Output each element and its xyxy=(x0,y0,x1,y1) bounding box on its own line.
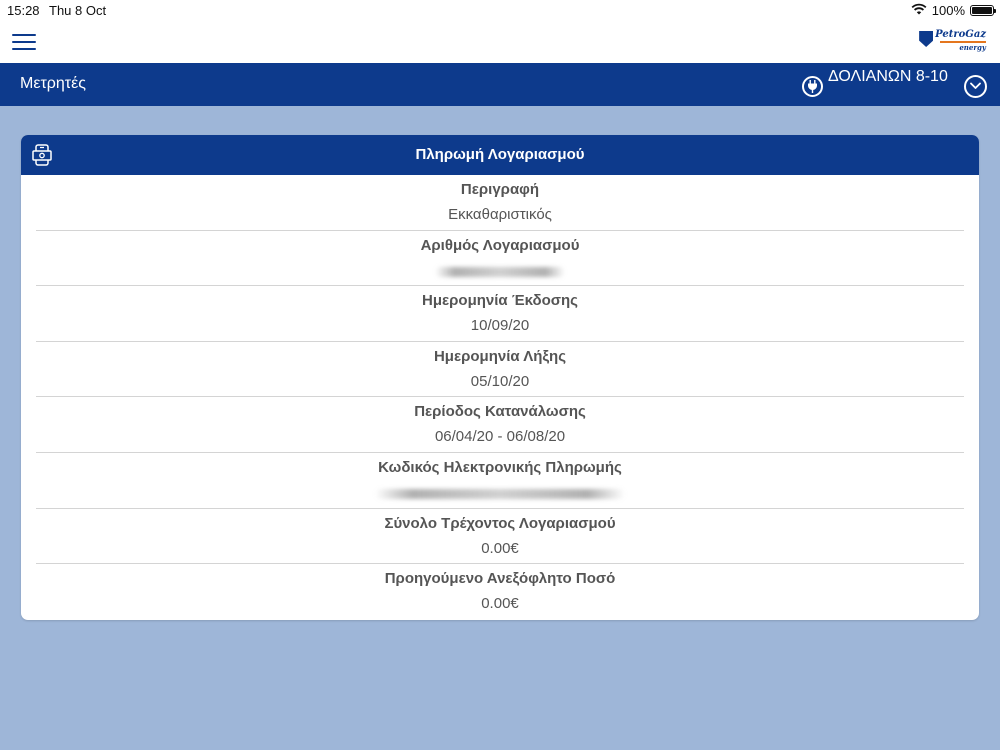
app-header: PetroGaz energy xyxy=(0,22,1000,63)
battery-percent: 100% xyxy=(931,3,965,18)
petrogaz-logo: PetroGaz energy xyxy=(919,30,986,54)
status-date: Thu 8 Oct xyxy=(49,3,107,18)
hamburger-icon[interactable] xyxy=(12,34,36,51)
logo-shield-icon xyxy=(919,31,934,47)
nav-bar: Μετρητές ΔΟΛΙΑΝΩΝ 8-10 xyxy=(0,63,1000,106)
detail-row: Αριθμός Λογαριασμού xyxy=(36,231,964,287)
meter-selector[interactable]: ΔΟΛΙΑΝΩΝ 8-10 xyxy=(802,66,998,104)
detail-list: Περιγραφή Εκκαθαριστικός Αριθμός Λογαριασμ… xyxy=(21,175,979,620)
status-time: 15:28 xyxy=(7,3,40,18)
detail-label: Περίοδος Κατανάλωσης xyxy=(414,403,586,421)
detail-value: Εκκαθαριστικός xyxy=(448,206,552,223)
chevron-down-icon[interactable] xyxy=(964,75,987,98)
detail-value: 0.00€ xyxy=(481,595,519,613)
detail-value: 06/04/20 - 06/08/20 xyxy=(434,428,566,446)
card-title: Πληρωμή Λογαριασμού xyxy=(415,146,585,163)
detail-label: Σύνολο Τρέχοντος Λογαριασμού xyxy=(384,514,616,532)
detail-label: Περιγραφή xyxy=(460,181,540,198)
detail-row: Περίοδος Κατανάλωσης 06/04/20 - 06/08/20 xyxy=(36,397,964,453)
redacted-value xyxy=(36,259,964,285)
card-header: Πληρωμή Λογαριασμού xyxy=(21,135,979,175)
detail-value: 10/09/20 xyxy=(470,317,530,335)
redacted-value xyxy=(36,481,964,507)
status-bar: 15:28 Thu 8 Oct 100% xyxy=(0,0,1000,22)
detail-row: Ημερομηνία Λήξης 05/10/20 xyxy=(36,342,964,398)
detail-row: Προηγούμενο Ανεξόφλητο Ποσό 0.00€ xyxy=(36,564,964,620)
redacted-blur xyxy=(375,488,625,499)
detail-label: Ημερομηνία Λήξης xyxy=(433,347,567,365)
detail-value: 05/10/20 xyxy=(470,372,530,390)
detail-label: Προηγούμενο Ανεξόφλητο Ποσό xyxy=(384,570,616,588)
meter-name: ΔΟΛΙΑΝΩΝ 8-10 xyxy=(828,68,948,85)
wifi-icon xyxy=(911,3,927,18)
detail-value: 0.00€ xyxy=(481,539,519,557)
status-indicators: 100% xyxy=(911,3,996,18)
logo-name: PetroGaz xyxy=(935,29,986,40)
detail-row: Σύνολο Τρέχοντος Λογαριασμού 0.00€ xyxy=(36,509,964,565)
detail-row: Κωδικός Ηλεκτρονικής Πληρωμής xyxy=(36,453,964,509)
mobile-payment-icon xyxy=(32,144,52,166)
redacted-blur xyxy=(435,266,565,277)
detail-label: Αριθμός Λογαριασμού xyxy=(420,236,580,254)
detail-row: Περιγραφή Εκκαθαριστικός xyxy=(36,175,964,231)
logo-sub: energy xyxy=(959,43,986,52)
payment-card: Πληρωμή Λογαριασμού Περιγραφή Εκκαθαριστι… xyxy=(21,135,979,620)
detail-row: Ημερομηνία Έκδοσης 10/09/20 xyxy=(36,286,964,342)
detail-label: Ημερομηνία Έκδοσης xyxy=(422,292,578,310)
detail-label: Κωδικός Ηλεκτρονικής Πληρωμής xyxy=(378,458,622,476)
battery-icon xyxy=(970,5,996,16)
plug-icon xyxy=(802,76,823,97)
page-title: Μετρητές xyxy=(20,75,86,92)
